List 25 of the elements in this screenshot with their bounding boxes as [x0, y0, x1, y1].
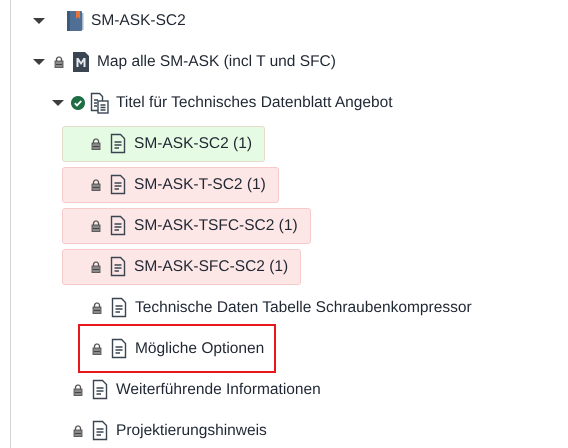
tree-item-label[interactable]: SM-ASK-TSFC-SC2 (1)	[134, 216, 298, 234]
tree-item-label[interactable]: Technische Daten Tabelle Schraubenkompressor	[135, 298, 472, 316]
tree-item-label[interactable]: Map alle SM-ASK (incl T und SFC)	[97, 52, 336, 70]
document-icon	[110, 215, 126, 236]
map-icon	[72, 50, 90, 72]
tree-item-label[interactable]: Mögliche Optionen	[135, 340, 264, 358]
document-icon	[92, 379, 108, 400]
tree-item-label[interactable]: SM-ASK-SC2 (1)	[134, 134, 252, 152]
tree-item-label[interactable]: Weiterführende Informationen	[116, 380, 321, 398]
tree-item-label[interactable]: SM-ASK-SFC-SC2 (1)	[134, 258, 288, 276]
tree-item-label[interactable]: Projektierungshinweis	[116, 422, 267, 440]
collapse-arrow-icon[interactable]	[33, 18, 45, 24]
document-icon	[92, 420, 108, 441]
collapse-arrow-icon[interactable]	[33, 58, 45, 64]
document-icon	[111, 338, 127, 359]
document-stack-icon	[90, 92, 110, 114]
document-icon	[110, 256, 126, 277]
collapse-arrow-icon[interactable]	[52, 100, 64, 106]
document-icon	[111, 297, 127, 318]
tree-item-label[interactable]: SM-ASK-T-SC2 (1)	[134, 176, 266, 194]
tree-item-label[interactable]: SM-ASK-SC2	[91, 12, 186, 30]
tree-item-label[interactable]: Titel für Technisches Datenblatt Angebot	[116, 94, 393, 112]
document-icon	[110, 174, 126, 195]
document-icon	[110, 133, 126, 154]
book-icon	[66, 10, 84, 32]
